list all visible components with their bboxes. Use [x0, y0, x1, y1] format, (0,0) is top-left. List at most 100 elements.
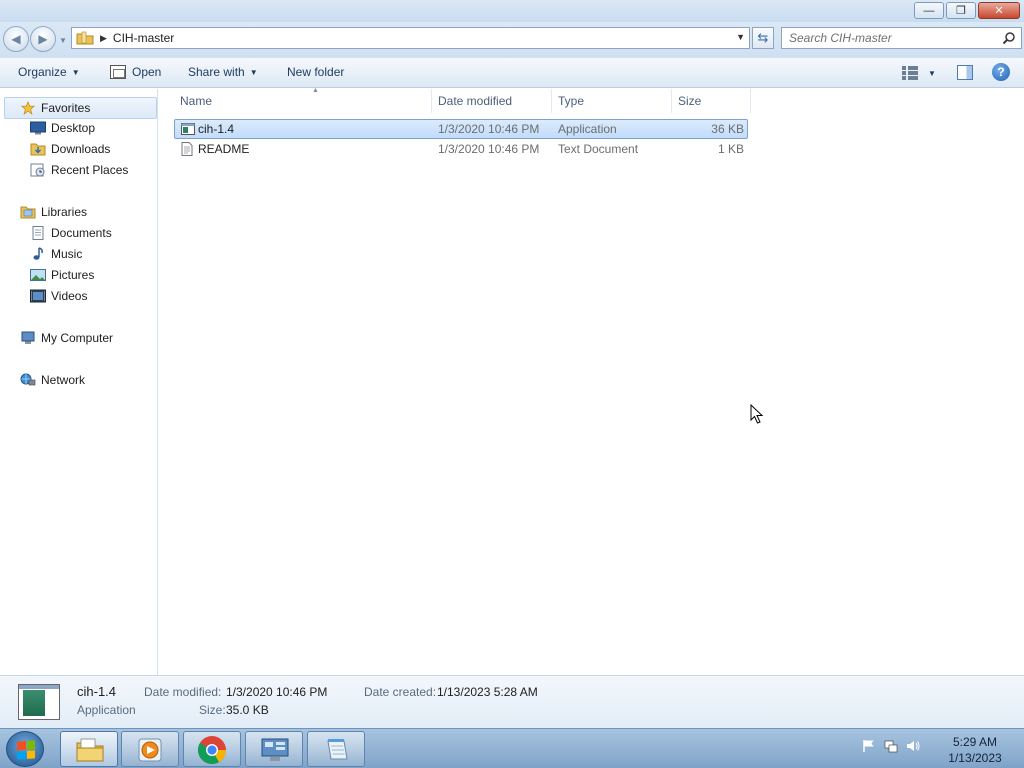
computer-icon: [21, 331, 35, 344]
application-icon: [181, 123, 195, 135]
back-button[interactable]: ◀: [3, 26, 29, 52]
forward-button[interactable]: ▶: [30, 26, 56, 52]
search-input[interactable]: [782, 28, 992, 48]
sidebar-item-pictures[interactable]: Pictures: [30, 265, 94, 285]
sidebar-item-label: Recent Places: [51, 163, 129, 177]
system-tray: [862, 739, 920, 753]
taskbar-notepad[interactable]: [307, 731, 365, 767]
taskbar: 5:29 AM 1/13/2023: [0, 728, 1024, 768]
file-name: README: [198, 142, 250, 156]
sidebar-item-label: Favorites: [41, 101, 91, 115]
start-button[interactable]: [6, 731, 44, 767]
sidebar-item-documents[interactable]: Documents: [30, 223, 112, 243]
change-view-button[interactable]: ▼: [902, 66, 936, 80]
column-header-size[interactable]: Size: [672, 89, 751, 113]
share-with-label: Share with: [188, 65, 245, 79]
sidebar-item-libraries[interactable]: Libraries: [20, 202, 87, 222]
sidebar-item-network[interactable]: Network: [20, 370, 85, 390]
file-size: 36 KB: [711, 122, 744, 136]
volume-icon[interactable]: [906, 739, 920, 753]
file-list-view[interactable]: Name ▲ Date modified Type Size cih-1.4 1…: [159, 87, 1024, 675]
details-file-type: Application: [77, 703, 136, 717]
clock-date: 1/13/2023: [948, 751, 1002, 765]
taskbar-chrome[interactable]: [183, 731, 241, 767]
address-bar[interactable]: ▶ CIH-master ▼: [71, 27, 750, 49]
refresh-button[interactable]: ⇆: [752, 27, 774, 49]
column-header-type[interactable]: Type: [552, 89, 672, 113]
file-type: Text Document: [558, 142, 639, 156]
recent-pages-dropdown[interactable]: ▼: [59, 36, 67, 45]
downloads-folder-icon: [30, 143, 46, 156]
refresh-icon: ⇆: [757, 30, 769, 45]
sidebar-item-desktop[interactable]: Desktop: [30, 118, 95, 138]
videos-icon: [30, 289, 46, 303]
sidebar-item-label: Videos: [51, 289, 88, 303]
open-icon: [110, 65, 126, 79]
taskbar-media-player[interactable]: [121, 731, 179, 767]
window-controls: — ❐ ✕: [912, 2, 1020, 19]
table-row[interactable]: cih-1.4 1/3/2020 10:46 PM Application 36…: [174, 119, 748, 139]
taskbar-control-panel[interactable]: [245, 731, 303, 767]
preview-pane-button[interactable]: [957, 65, 973, 80]
details-size-label: Size:: [199, 703, 226, 717]
windows-logo-icon: [17, 740, 35, 760]
details-pane: cih-1.4 Application Date modified: 1/3/2…: [0, 675, 1024, 728]
application-icon: [18, 684, 60, 720]
address-dropdown-icon[interactable]: ▼: [736, 32, 745, 42]
sidebar-item-music[interactable]: Music: [30, 244, 82, 264]
navigation-bar: ◀ ▶ ▼ ▶ CIH-master ▼ ⇆: [0, 22, 1024, 58]
file-size: 1 KB: [717, 142, 744, 156]
open-label: Open: [132, 65, 162, 79]
documents-icon: [32, 226, 44, 240]
minimize-button[interactable]: —: [914, 2, 944, 19]
breadcrumb-current-folder[interactable]: CIH-master: [113, 31, 174, 45]
table-row[interactable]: README 1/3/2020 10:46 PM Text Document 1…: [174, 140, 748, 160]
search-box[interactable]: [781, 27, 1022, 49]
sidebar-item-favorites[interactable]: Favorites: [4, 97, 157, 119]
details-file-name: cih-1.4: [77, 684, 117, 699]
organize-button[interactable]: Organize ▼: [18, 65, 80, 79]
sidebar-item-downloads[interactable]: Downloads: [30, 139, 110, 159]
breadcrumb-separator-icon[interactable]: ▶: [100, 33, 107, 44]
navigation-pane[interactable]: Favorites Desktop Downloads Recent Place…: [0, 89, 158, 675]
restore-icon: ❐: [956, 5, 966, 17]
new-folder-label: New folder: [287, 65, 345, 79]
column-header-label: Size: [678, 94, 702, 108]
music-note-icon: [33, 247, 43, 260]
details-date-modified-label: Date modified:: [144, 685, 222, 699]
open-button[interactable]: Open: [110, 65, 161, 79]
action-center-flag-icon[interactable]: [862, 739, 876, 753]
column-header-date-modified[interactable]: Date modified: [432, 89, 552, 113]
share-with-button[interactable]: Share with ▼: [188, 65, 258, 79]
column-header-name[interactable]: Name ▲: [174, 87, 432, 113]
sidebar-item-label: Pictures: [51, 268, 95, 282]
new-folder-button[interactable]: New folder: [287, 65, 344, 79]
preview-pane-icon: [957, 65, 973, 80]
sidebar-item-label: Documents: [51, 226, 112, 240]
forward-arrow-icon: ▶: [38, 32, 48, 46]
search-icon[interactable]: [1002, 31, 1016, 45]
view-details-icon: [902, 66, 918, 80]
sidebar-item-my-computer[interactable]: My Computer: [20, 328, 113, 348]
control-panel-icon: [261, 738, 289, 761]
back-arrow-icon: ◀: [11, 32, 21, 46]
title-bar: — ❐ ✕: [0, 0, 1024, 22]
system-clock[interactable]: 5:29 AM 1/13/2023: [940, 734, 1010, 766]
close-button[interactable]: ✕: [978, 2, 1020, 19]
column-header-label: Name: [180, 94, 213, 108]
sidebar-item-videos[interactable]: Videos: [30, 286, 87, 306]
sidebar-item-label: My Computer: [41, 331, 114, 345]
file-name: cih-1.4: [198, 122, 235, 136]
network-status-icon[interactable]: [884, 739, 898, 753]
restore-button[interactable]: ❐: [946, 2, 976, 19]
help-button[interactable]: ?: [992, 63, 1010, 81]
text-document-icon: [181, 142, 193, 156]
media-player-icon: [138, 738, 162, 762]
sidebar-item-label: Network: [41, 373, 86, 387]
taskbar-file-explorer[interactable]: [60, 731, 118, 767]
details-date-created-label: Date created:: [364, 685, 437, 699]
sidebar-item-recent-places[interactable]: Recent Places: [30, 160, 128, 180]
details-size-value: 35.0 KB: [226, 703, 269, 717]
file-date-modified: 1/3/2020 10:46 PM: [438, 142, 540, 156]
chevron-down-icon: ▼: [928, 68, 936, 78]
